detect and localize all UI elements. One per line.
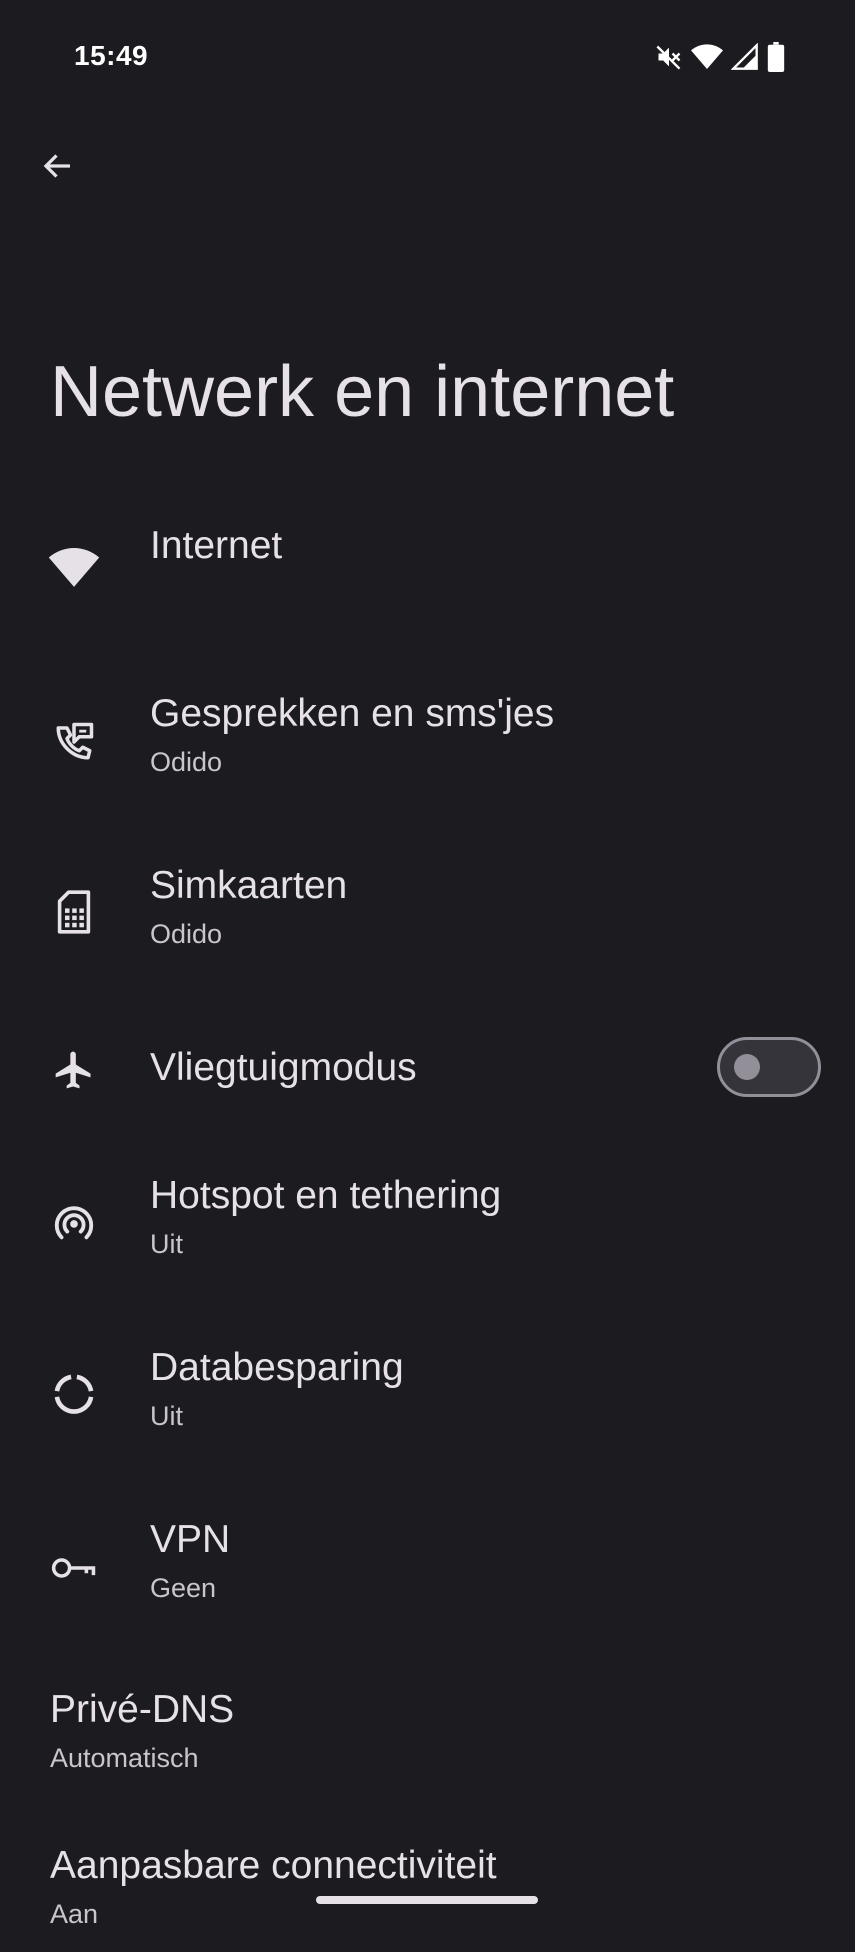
item-summary: Odido <box>150 919 223 949</box>
data-saver-icon <box>44 1364 104 1424</box>
sim-card-icon <box>44 882 104 942</box>
settings-item-calls-sms[interactable]: Gesprekken en sms'jes Odido <box>0 672 855 844</box>
gesture-nav-handle[interactable] <box>316 1896 538 1904</box>
item-summary: Geen <box>150 1573 217 1603</box>
item-title: Hotspot en tethering <box>150 1174 502 1217</box>
status-bar: 15:49 <box>0 0 855 112</box>
item-title: Gesprekken en sms'jes <box>150 692 555 735</box>
settings-item-adaptive-connectivity[interactable]: Aanpasbare connectiviteit Aan <box>0 1832 855 1952</box>
mute-icon <box>655 43 683 71</box>
hotspot-icon <box>44 1192 104 1252</box>
item-summary: Odido <box>150 747 223 777</box>
page-title: Netwerk en internet <box>50 352 675 432</box>
item-summary: Automatisch <box>50 1743 199 1773</box>
item-title: Aanpasbare connectiviteit <box>50 1844 497 1887</box>
settings-list: Internet Gesprekken en sms'jes Odido Sim… <box>0 500 855 1952</box>
item-title: VPN <box>150 1518 231 1561</box>
toggle-knob <box>734 1054 760 1080</box>
settings-item-sim-cards[interactable]: Simkaarten Odido <box>0 844 855 1008</box>
item-title: Simkaarten <box>150 864 348 907</box>
airplane-mode-toggle[interactable] <box>717 1037 821 1097</box>
item-title: Vliegtuigmodus <box>150 1046 417 1089</box>
wifi-icon <box>691 43 723 71</box>
item-summary: Uit <box>150 1229 183 1259</box>
cell-signal-icon <box>731 43 759 71</box>
item-title: Databesparing <box>150 1346 404 1389</box>
arrow-left-icon <box>40 148 76 189</box>
item-title: Privé-DNS <box>50 1688 235 1731</box>
wifi-icon <box>44 538 104 598</box>
item-summary: Uit <box>150 1401 183 1431</box>
settings-item-vpn[interactable]: VPN Geen <box>0 1494 855 1664</box>
settings-item-hotspot[interactable]: Hotspot en tethering Uit <box>0 1152 855 1324</box>
settings-item-airplane-mode[interactable]: Vliegtuigmodus <box>0 1008 855 1152</box>
battery-icon <box>767 42 785 72</box>
phone-message-icon <box>44 712 104 772</box>
status-time: 15:49 <box>74 40 149 71</box>
settings-item-private-dns[interactable]: Privé-DNS Automatisch <box>0 1664 855 1832</box>
airplane-icon <box>44 1040 104 1100</box>
back-button[interactable] <box>30 140 86 196</box>
status-icons <box>655 42 785 72</box>
item-title: Internet <box>150 524 283 567</box>
settings-item-internet[interactable]: Internet <box>0 500 855 672</box>
settings-item-data-saver[interactable]: Databesparing Uit <box>0 1324 855 1494</box>
vpn-key-icon <box>44 1538 104 1598</box>
